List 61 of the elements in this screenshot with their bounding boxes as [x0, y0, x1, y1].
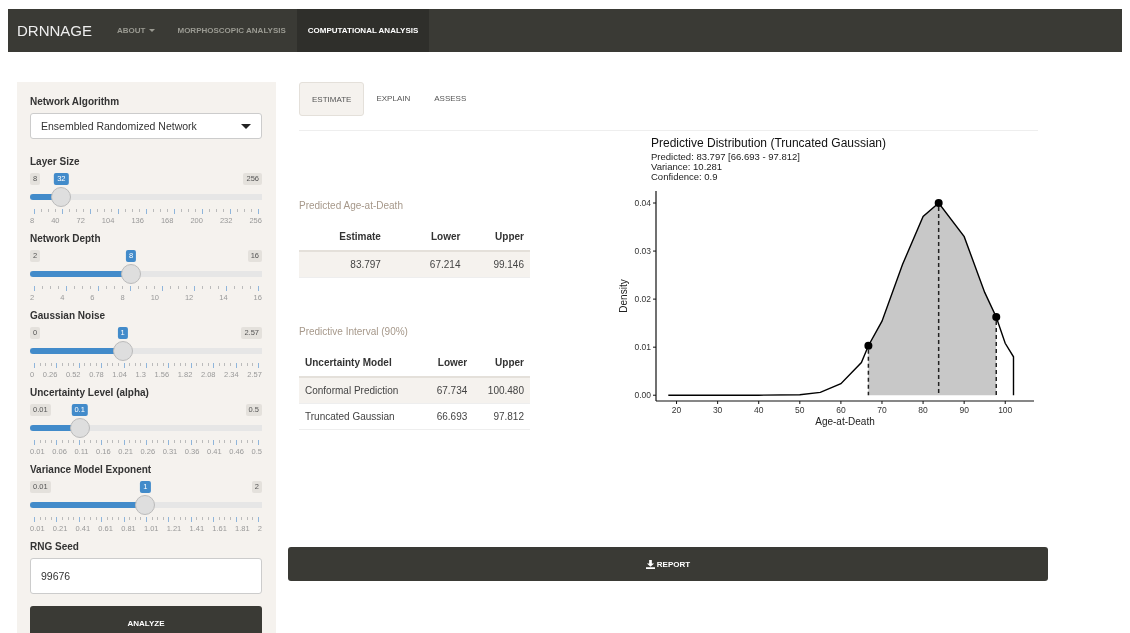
tick-label: 70 — [877, 405, 887, 415]
table-cell: 67.734 — [423, 377, 474, 404]
tick-label: 0.03 — [634, 246, 651, 257]
nav-link[interactable]: COMPUTATIONAL ANALYSIS — [296, 9, 430, 52]
tick-label: 0.04 — [634, 198, 651, 208]
download-icon — [645, 559, 655, 569]
table-cell: Truncated Gaussian — [299, 403, 424, 430]
reference-line — [867, 349, 870, 396]
analyze-button[interactable]: ANALYZE — [30, 606, 262, 633]
tab[interactable]: ESTIMATE — [299, 82, 365, 116]
table-cell: 99.146 — [466, 251, 530, 278]
axis-title: Age-at-Death — [815, 416, 875, 427]
table-caption: Predictive Interval (90%) — [299, 326, 409, 337]
nav-link[interactable]: MORPHOSCOPIC ANALYSIS — [166, 9, 297, 52]
table-caption: Predicted Age-at-Death — [299, 200, 404, 211]
caret-icon — [241, 123, 251, 129]
caret-icon — [149, 29, 156, 32]
nav-link[interactable]: ABOUT — [106, 9, 167, 52]
slider-label: Uncertainty Level (alpha) — [30, 387, 150, 398]
data-point — [864, 341, 873, 350]
slider-handle[interactable] — [69, 418, 90, 438]
tick-label: 0.01 — [634, 342, 651, 353]
tick-label: 20 — [671, 405, 682, 415]
slider-handle[interactable] — [121, 264, 141, 284]
algorithm-select[interactable]: Ensembled Randomized Network — [30, 113, 262, 139]
tick-label: 80 — [918, 405, 928, 415]
tick-label: 30 — [712, 405, 723, 415]
tab[interactable]: EXPLAIN — [364, 82, 423, 114]
slider-handle[interactable] — [135, 495, 156, 515]
axis-title: Density — [618, 279, 629, 313]
tick-label: 0.00 — [634, 390, 651, 401]
chart-subtitle: Confidence: 0.9 — [651, 171, 718, 182]
report-button[interactable]: REPORT — [288, 547, 1048, 581]
chart-subtitle: Variance: 10.281 — [651, 161, 723, 172]
table-cell: 100.480 — [473, 377, 530, 404]
table-cell: 97.812 — [473, 403, 530, 430]
slider-handle[interactable] — [112, 341, 133, 361]
tick-label: 40 — [754, 405, 764, 415]
brand-title[interactable]: DRNNAGE — [8, 9, 106, 52]
tick-label: 0.02 — [634, 294, 651, 305]
slider-label: Gaussian Noise — [30, 310, 107, 321]
seed-input[interactable]: 99676 — [30, 558, 262, 594]
table-cell: 67.214 — [402, 251, 467, 278]
tick-label: 90 — [959, 405, 969, 415]
field-label: Network Algorithm — [30, 96, 121, 107]
slider-label: Layer Size — [30, 156, 81, 167]
data-point — [992, 312, 1001, 321]
slider-label: Network Depth — [30, 233, 102, 244]
field-label: RNG Seed — [30, 541, 80, 552]
chart-subtitle: Predicted: 83.797 [66.693 - 97.812] — [651, 151, 800, 162]
slider-label: Variance Model Exponent — [30, 464, 153, 475]
chart-title: Predictive Distribution (Truncated Gaussian) — [651, 136, 886, 150]
data-point — [934, 199, 943, 207]
tab[interactable]: ASSESS — [422, 82, 479, 114]
slider-handle[interactable] — [51, 187, 72, 207]
tick-label: 100 — [998, 405, 1013, 415]
tick-label: 60 — [836, 405, 846, 415]
table-cell: 66.693 — [423, 403, 474, 430]
table-cell: Conformal Prediction — [299, 377, 424, 404]
tick-label: 50 — [795, 405, 805, 415]
table-cell: 83.797 — [299, 251, 403, 278]
